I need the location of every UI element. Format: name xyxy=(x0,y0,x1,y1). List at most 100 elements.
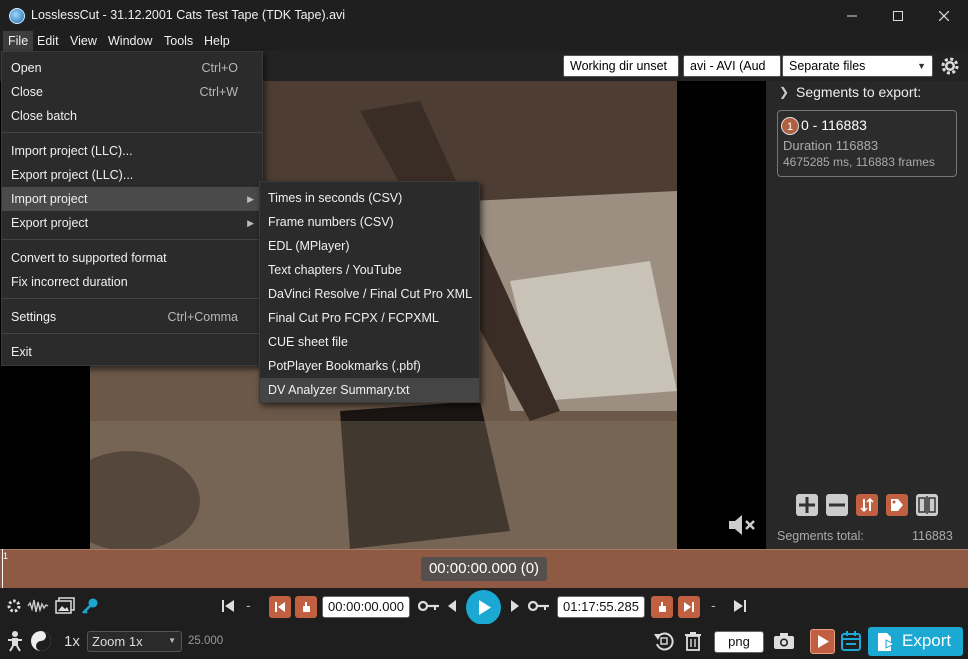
chevron-right-icon: ▶ xyxy=(247,194,254,204)
menu-item-open[interactable]: Open Ctrl+O xyxy=(2,56,262,80)
menu-edit[interactable]: Edit xyxy=(32,31,64,51)
add-segment-button[interactable] xyxy=(796,494,818,516)
app-logo-icon xyxy=(9,8,25,24)
images-icon xyxy=(55,597,75,614)
key-icon xyxy=(527,600,549,612)
submenu-item-csv-frames[interactable]: Frame numbers (CSV) xyxy=(260,210,479,234)
working-dir-button[interactable]: Working dir unset xyxy=(563,55,679,77)
minimize-icon xyxy=(847,15,857,16)
menu-item-settings[interactable]: Settings Ctrl+Comma xyxy=(2,305,262,329)
segment-details: 4675285 ms, 116883 frames xyxy=(783,155,935,169)
jump-start-button[interactable] xyxy=(221,598,235,617)
set-cut-end-button[interactable] xyxy=(651,596,673,618)
submenu-item-text-chapters[interactable]: Text chapters / YouTube xyxy=(260,258,479,282)
submenu-item-cue[interactable]: CUE sheet file xyxy=(260,330,479,354)
settings-small-button[interactable] xyxy=(6,598,22,617)
play-button[interactable] xyxy=(466,590,501,625)
segments-header: Segments to export: xyxy=(796,84,922,100)
menu-tools[interactable]: Tools xyxy=(159,31,198,51)
import-project-submenu: Times in seconds (CSV) Frame numbers (CS… xyxy=(259,181,480,403)
label-segment-button[interactable] xyxy=(886,494,908,516)
export-button[interactable]: Export xyxy=(868,627,963,656)
export-mode-button[interactable] xyxy=(810,629,835,654)
menu-item-close[interactable]: Close Ctrl+W xyxy=(2,80,262,104)
timeline-segment-marker: 1 xyxy=(3,551,9,561)
submenu-item-dv-analyzer[interactable]: DV Analyzer Summary.txt xyxy=(260,378,479,402)
delete-source-button[interactable] xyxy=(684,631,702,654)
output-mode-select[interactable]: Separate files ▼ xyxy=(782,55,933,77)
minus-icon xyxy=(829,503,845,507)
thumbnails-button[interactable] xyxy=(55,597,75,618)
jump-cut-start-button[interactable] xyxy=(269,596,291,618)
menu-separator xyxy=(2,298,262,299)
segments-total-label: Segments total: xyxy=(777,529,864,543)
submenu-item-davinci-xml[interactable]: DaVinci Resolve / Final Cut Pro XML xyxy=(260,282,479,306)
settings-gear-button[interactable] xyxy=(939,55,961,77)
menu-item-close-batch[interactable]: Close batch xyxy=(2,104,262,128)
hand-pointer-icon xyxy=(659,602,666,612)
speaker-muted-icon xyxy=(729,515,755,535)
set-cut-start-button[interactable] xyxy=(295,596,317,618)
menu-item-exit[interactable]: Exit xyxy=(2,340,262,364)
keyframes-button[interactable] xyxy=(81,597,99,618)
waveform-button[interactable] xyxy=(27,598,49,617)
submenu-item-csv-seconds[interactable]: Times in seconds (CSV) xyxy=(260,186,479,210)
menu-item-shortcut: Ctrl+Comma xyxy=(167,310,239,324)
set-start-key-button[interactable] xyxy=(417,599,440,616)
set-end-key-button[interactable] xyxy=(527,599,550,616)
close-window-button[interactable] xyxy=(921,0,967,31)
chevron-down-icon: ▼ xyxy=(917,61,926,71)
format-select[interactable]: avi - AVI (Aud xyxy=(683,55,781,77)
cut-end-time-input[interactable]: 01:17:55.285 xyxy=(557,596,645,618)
remove-segment-button[interactable] xyxy=(826,494,848,516)
menu-item-label: Import project (LLC)... xyxy=(11,144,133,158)
caret-right-icon xyxy=(511,600,519,612)
plus-icon xyxy=(799,497,815,513)
waveform-icon xyxy=(27,599,49,613)
reorder-segments-button[interactable] xyxy=(856,494,878,516)
menu-item-export-llc[interactable]: Export project (LLC)... xyxy=(2,163,262,187)
menu-item-convert[interactable]: Convert to supported format xyxy=(2,246,262,270)
menu-item-label: Close xyxy=(11,85,43,99)
playback-speed[interactable]: 1x xyxy=(64,633,80,650)
menu-item-shortcut: Ctrl+O xyxy=(201,61,238,75)
output-mode-value: Separate files xyxy=(789,59,866,73)
menu-file[interactable]: File xyxy=(3,31,34,51)
minimize-button[interactable] xyxy=(829,0,875,31)
maximize-icon xyxy=(893,10,903,21)
simple-mode-button[interactable] xyxy=(6,630,24,655)
split-segment-button[interactable] xyxy=(916,494,938,516)
yin-yang-icon xyxy=(31,631,51,651)
zoom-select[interactable]: Zoom 1x ▼ xyxy=(87,631,182,652)
jump-cut-end-button[interactable] xyxy=(678,596,700,618)
menu-help[interactable]: Help xyxy=(199,31,235,51)
maximize-button[interactable] xyxy=(875,0,921,31)
menu-item-import-llc[interactable]: Import project (LLC)... xyxy=(2,139,262,163)
menu-item-fix-duration[interactable]: Fix incorrect duration xyxy=(2,270,262,294)
submenu-item-fcpxml[interactable]: Final Cut Pro FCPX / FCPXML xyxy=(260,306,479,330)
menu-view[interactable]: View xyxy=(65,31,102,51)
hand-pointer-icon xyxy=(303,602,310,612)
prev-frame-button[interactable] xyxy=(447,598,457,617)
segment-card[interactable]: 1 0 - 116883 Duration 116883 4675285 ms,… xyxy=(777,110,957,177)
person-icon xyxy=(8,631,22,652)
export-label: Export xyxy=(902,631,952,650)
cut-start-time-input[interactable]: 00:00:00.000 xyxy=(322,596,410,618)
menu-item-export-project[interactable]: Export project ▶ xyxy=(2,211,262,235)
jump-end-button[interactable] xyxy=(733,598,747,617)
capture-snapshot-button[interactable] xyxy=(773,632,795,653)
next-frame-button[interactable] xyxy=(510,598,520,617)
theme-toggle-button[interactable] xyxy=(30,630,52,655)
edl-button[interactable] xyxy=(841,630,861,655)
mute-button[interactable] xyxy=(727,513,759,540)
submenu-item-potplayer[interactable]: PotPlayer Bookmarks (.pbf) xyxy=(260,354,479,378)
menu-item-label: Close batch xyxy=(11,109,78,123)
submenu-item-edl[interactable]: EDL (MPlayer) xyxy=(260,234,479,258)
snapshot-format-select[interactable]: png xyxy=(714,631,764,653)
menu-window[interactable]: Window xyxy=(103,31,157,51)
chevron-right-icon[interactable]: ❯ xyxy=(779,85,789,99)
rotate-button[interactable] xyxy=(653,630,675,655)
menu-separator xyxy=(2,239,262,240)
menu-item-import-project[interactable]: Import project ▶ xyxy=(2,187,262,211)
playhead[interactable] xyxy=(2,549,3,588)
